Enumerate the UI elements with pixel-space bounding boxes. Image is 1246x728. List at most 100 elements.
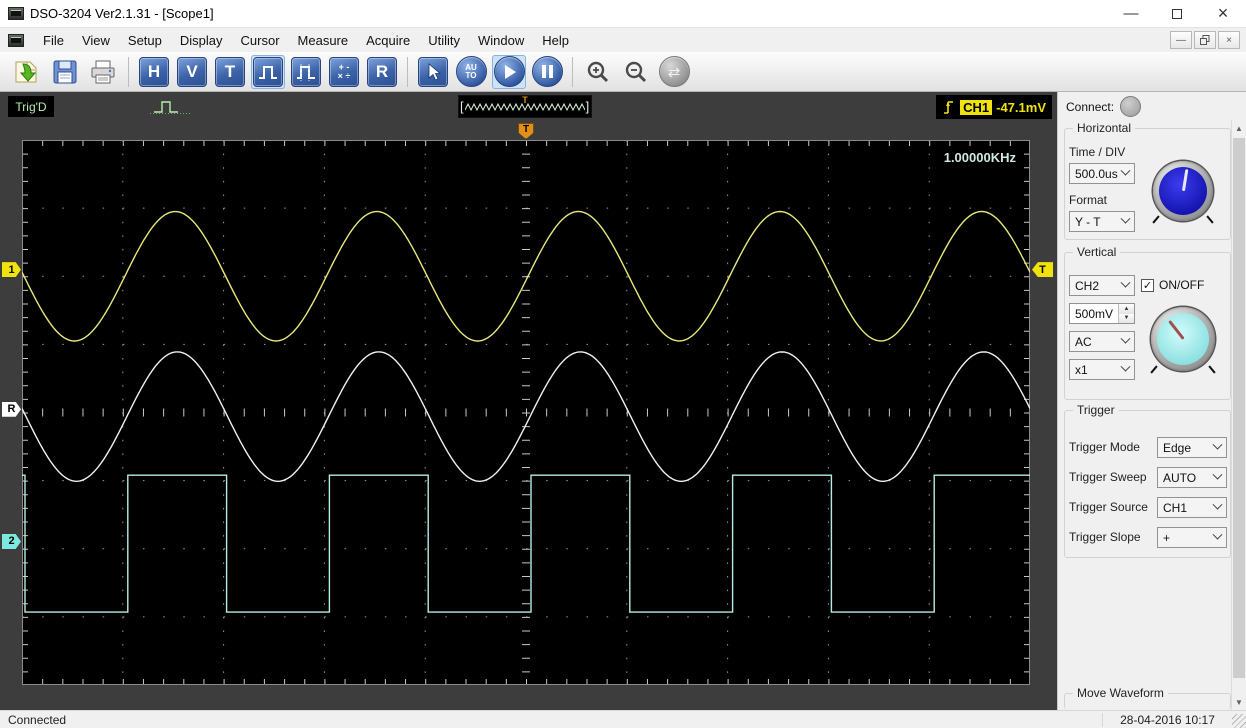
run-button[interactable]: [492, 54, 526, 89]
spinner-arrows: ▲ ▼: [1118, 304, 1134, 323]
probe-select[interactable]: x1: [1069, 359, 1135, 380]
scroll-up-icon[interactable]: ▲: [1232, 120, 1246, 136]
app-icon: [8, 7, 24, 20]
menu-measure[interactable]: Measure: [289, 30, 358, 51]
print-button[interactable]: [86, 55, 120, 89]
child-minimize-button[interactable]: —: [1170, 31, 1192, 49]
menu-help[interactable]: Help: [533, 30, 578, 51]
trigger-group: Trigger Trigger Mode Edge Trigger Sweep …: [1064, 403, 1231, 558]
restore-icon: [1200, 35, 1210, 45]
waveform-display-button[interactable]: [251, 54, 285, 89]
waveform-preview[interactable]: [ ] T: [458, 95, 592, 118]
open-button[interactable]: [10, 55, 44, 89]
spin-down-icon[interactable]: ▼: [1119, 313, 1134, 323]
menu-file[interactable]: File: [34, 30, 73, 51]
frequency-readout: 1.00000KHz: [943, 150, 1016, 165]
chevron-down-icon: [1212, 499, 1223, 510]
toolbar: H V T + - × ÷ R AU TO ⇄: [0, 52, 1246, 92]
menu-utility[interactable]: Utility: [419, 30, 469, 51]
vertical-group-title: Vertical: [1073, 245, 1121, 259]
coupling-select[interactable]: AC: [1069, 331, 1135, 352]
horizontal-knob[interactable]: [1152, 161, 1214, 224]
print-icon: [91, 60, 115, 83]
volts-div-spinner[interactable]: 500mV ▲ ▼: [1069, 303, 1135, 324]
spin-up-icon[interactable]: ▲: [1119, 304, 1134, 314]
onoff-checkbox[interactable]: ✓: [1141, 278, 1154, 292]
zoom-out-icon: [625, 61, 647, 82]
measure-pulse-button[interactable]: [289, 55, 323, 89]
menu-setup[interactable]: Setup: [119, 30, 171, 51]
trigger-status-badge: Trig'D: [8, 96, 54, 117]
time-div-select[interactable]: 500.0us: [1069, 163, 1135, 184]
menu-view[interactable]: View: [73, 30, 119, 51]
pulse-indicator-icon: [150, 101, 190, 114]
trigger-sweep-select[interactable]: AUTO: [1157, 467, 1227, 488]
trigger-sweep-label: Trigger Sweep: [1069, 470, 1147, 484]
trigger-source-select[interactable]: CH1: [1157, 497, 1227, 518]
chevron-down-icon: [1120, 277, 1131, 288]
auto-setup-button[interactable]: AU TO: [454, 55, 488, 89]
pulse-measure-icon: [291, 56, 321, 87]
trigger-status-bar: Trig'D [ ] T CH1 -47.1mV: [0, 92, 1057, 122]
close-button[interactable]: ×: [1200, 0, 1246, 27]
maximize-icon: [1172, 8, 1182, 19]
panel-scrollbar[interactable]: ▲ ▼: [1231, 120, 1246, 710]
channel-select[interactable]: CH2: [1069, 275, 1135, 296]
trigger-sweep-value: AUTO: [1163, 470, 1197, 485]
zoom-in-button[interactable]: [581, 55, 615, 89]
trigger-position-marker[interactable]: T: [518, 123, 534, 139]
onoff-checkbox-row: ✓ ON/OFF: [1141, 278, 1204, 292]
preview-right-bracket: ]: [585, 98, 590, 114]
minimize-button[interactable]: —: [1108, 0, 1154, 27]
trigger-level-value: -47.1mV: [996, 99, 1046, 115]
auto-icon: AU TO: [455, 56, 487, 87]
open-icon: [15, 61, 37, 82]
title-bar: DSO-3204 Ver2.1.31 - [Scope1] — ×: [0, 0, 1246, 28]
pause-button[interactable]: [530, 55, 564, 89]
trigger-slope-select[interactable]: +: [1157, 527, 1227, 548]
reference-button[interactable]: R: [365, 55, 399, 89]
channel-marker-ch1[interactable]: 1: [2, 262, 21, 278]
zoom-out-button[interactable]: [619, 55, 653, 89]
scope-graticule-and-traces: [22, 140, 1030, 685]
trigger-mode-select[interactable]: Edge: [1157, 437, 1227, 458]
vertical-setup-button[interactable]: V: [175, 55, 209, 89]
check-icon: ✓: [1142, 279, 1153, 292]
horizontal-setup-button[interactable]: H: [137, 55, 171, 89]
volts-div-value: 500mV: [1075, 306, 1114, 321]
datetime: 28-04-2016 10:17: [1102, 712, 1232, 727]
menu-cursor[interactable]: Cursor: [232, 30, 289, 51]
child-close-button[interactable]: ×: [1218, 31, 1240, 49]
scrollbar-thumb[interactable]: [1233, 138, 1245, 678]
move-waveform-title: Move Waveform: [1073, 686, 1168, 700]
knob-face: [1159, 167, 1207, 215]
menu-display[interactable]: Display: [171, 30, 232, 51]
scroll-down-icon[interactable]: ▼: [1232, 694, 1246, 710]
channel-marker-ref[interactable]: R: [2, 401, 21, 417]
vertical-knob[interactable]: [1150, 307, 1216, 374]
cursor-button[interactable]: [416, 55, 450, 89]
connect-indicator[interactable]: [1120, 96, 1142, 117]
menu-window[interactable]: Window: [469, 30, 533, 51]
trigger-setup-button[interactable]: T: [213, 55, 247, 89]
format-label: Format: [1069, 193, 1108, 207]
chevron-down-icon: [1212, 469, 1223, 480]
child-restore-button[interactable]: [1194, 31, 1216, 49]
chevron-down-icon: [1120, 361, 1131, 372]
channel-marker-ch2[interactable]: 2: [2, 533, 21, 549]
connection-status: Connected: [8, 712, 67, 727]
save-button[interactable]: [48, 55, 82, 89]
coupling-value: AC: [1075, 334, 1092, 349]
math-button[interactable]: + - × ÷: [327, 55, 361, 89]
chevron-down-icon: [1120, 165, 1131, 176]
chevron-down-icon: [1120, 333, 1131, 344]
self-calibration-button[interactable]: ⇄: [657, 55, 691, 89]
menu-acquire[interactable]: Acquire: [357, 30, 419, 51]
maximize-button[interactable]: [1154, 0, 1200, 27]
scope-screen: 1.00000KHz: [22, 140, 1030, 685]
document-icon: [8, 33, 24, 47]
format-select[interactable]: Y - T: [1069, 211, 1135, 232]
scope-display: 1.00000KHz CH1 ∿ 500mV CH2 ∿ 500mV Time:…: [0, 122, 1057, 710]
resize-grip[interactable]: [1232, 714, 1246, 728]
trigger-level-marker[interactable]: T: [1032, 262, 1053, 278]
